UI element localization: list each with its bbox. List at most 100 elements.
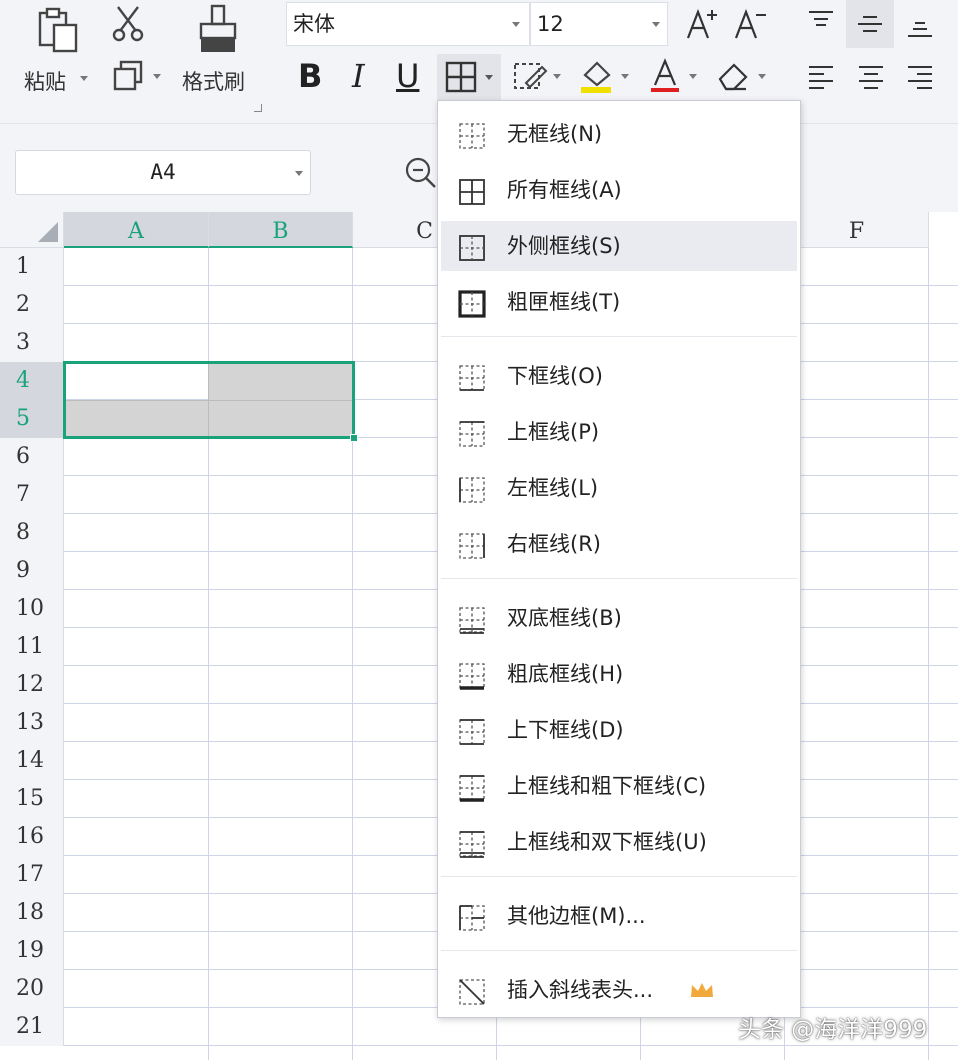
align-top-icon[interactable] <box>805 8 837 36</box>
font-size-select[interactable]: 12 <box>530 2 668 46</box>
paste-icon[interactable] <box>30 4 84 56</box>
clipboard-dialog-launcher-icon[interactable] <box>254 104 262 112</box>
cell-style-icon[interactable] <box>510 58 550 94</box>
fill-handle[interactable] <box>350 434 358 442</box>
font-name-select[interactable]: 宋体 <box>286 2 530 46</box>
row-header-4[interactable]: 4 <box>0 362 64 400</box>
outside-borders-icon <box>456 232 488 264</box>
zoom-out-magnifier-icon[interactable] <box>402 154 438 190</box>
top-border-icon <box>456 418 488 450</box>
format-painter-button[interactable]: 格式刷 <box>182 66 245 96</box>
menu-item-thick-box-border[interactable]: 粗匣框线(T) <box>441 277 797 327</box>
menu-item-right-border[interactable]: 右框线(R) <box>441 519 797 569</box>
menu-item-bottom-border[interactable]: 下框线(O) <box>441 351 797 401</box>
row-header-15[interactable]: 15 <box>0 780 64 818</box>
row-header-17[interactable]: 17 <box>0 856 64 894</box>
select-all-corner[interactable] <box>0 212 64 248</box>
row-header-9[interactable]: 9 <box>0 552 64 590</box>
cell-style-dropdown-icon[interactable] <box>553 74 561 79</box>
row-header-11[interactable]: 11 <box>0 628 64 666</box>
bold-button[interactable]: B <box>298 60 322 92</box>
cut-scissors-icon[interactable] <box>108 4 148 44</box>
all-borders-icon <box>456 176 488 208</box>
align-right-icon[interactable] <box>904 62 936 92</box>
fill-color-bucket-icon[interactable] <box>576 56 616 96</box>
row-header-19[interactable]: 19 <box>0 932 64 970</box>
underline-button[interactable]: U <box>396 60 419 92</box>
top-bottom-border-icon <box>456 716 488 748</box>
row-header-1[interactable]: 1 <box>0 248 64 286</box>
right-border-icon <box>456 530 488 562</box>
name-box-dropdown-icon[interactable] <box>295 171 303 176</box>
column-header-a[interactable]: A <box>64 212 209 248</box>
row-header-6[interactable]: 6 <box>0 438 64 476</box>
column-header-b[interactable]: B <box>209 212 353 248</box>
menu-item-label: 上下框线(D) <box>507 718 624 742</box>
menu-item-label: 上框线(P) <box>507 420 600 444</box>
menu-item-all-borders[interactable]: 所有框线(A) <box>441 165 797 215</box>
row-header-7[interactable]: 7 <box>0 476 64 514</box>
menu-item-diagonal-header[interactable]: 插入斜线表头... <box>441 965 797 1015</box>
name-box[interactable]: A4 <box>15 150 311 195</box>
align-left-icon[interactable] <box>805 62 837 92</box>
fill-color-dropdown-icon[interactable] <box>621 74 629 79</box>
menu-separator <box>441 876 797 877</box>
paste-button[interactable]: 粘贴 <box>24 66 66 96</box>
top-double-bottom-border-icon <box>456 828 488 860</box>
double-bottom-border-icon <box>456 604 488 636</box>
thick-bottom-border-icon <box>456 660 488 692</box>
menu-item-top-thick-bottom-border[interactable]: 上框线和粗下框线(C) <box>441 761 797 811</box>
font-color-dropdown-icon[interactable] <box>689 74 697 79</box>
row-header-14[interactable]: 14 <box>0 742 64 780</box>
menu-item-more-borders[interactable]: 其他边框(M)... <box>441 891 797 941</box>
menu-item-no-border[interactable]: 无框线(N) <box>441 109 797 159</box>
row-header-3[interactable]: 3 <box>0 324 64 362</box>
align-middle-icon[interactable] <box>846 0 894 48</box>
menu-item-thick-bottom-border[interactable]: 粗底框线(H) <box>441 649 797 699</box>
copy-icon[interactable] <box>110 58 146 94</box>
border-dropdown-menu: 无框线(N) 所有框线(A) 外侧框线(S) 粗匣框线(T) 下框线(O) 上框线(P) 左… <box>437 100 801 1018</box>
border-button[interactable] <box>437 54 501 100</box>
paste-dropdown-icon[interactable] <box>80 76 88 81</box>
format-painter-brush-icon[interactable] <box>195 4 241 54</box>
font-name-dropdown-icon[interactable] <box>512 22 520 27</box>
menu-item-double-bottom-border[interactable]: 双底框线(B) <box>441 593 797 643</box>
row-header-12[interactable]: 12 <box>0 666 64 704</box>
row-header-21[interactable]: 21 <box>0 1008 64 1046</box>
row-header-2[interactable]: 2 <box>0 286 64 324</box>
menu-item-left-border[interactable]: 左框线(L) <box>441 463 797 513</box>
menu-item-label: 双底框线(B) <box>507 606 622 630</box>
row-header-10[interactable]: 10 <box>0 590 64 628</box>
menu-item-top-double-bottom-border[interactable]: 上框线和双下框线(U) <box>441 817 797 867</box>
clear-eraser-icon[interactable] <box>714 58 754 94</box>
font-color-icon[interactable] <box>646 56 684 96</box>
font-size-dropdown-icon[interactable] <box>652 22 660 27</box>
row-gridline <box>64 1045 958 1046</box>
column-header-f[interactable]: F <box>785 212 929 248</box>
align-center-icon[interactable] <box>855 62 887 92</box>
increase-font-size-icon[interactable] <box>682 4 722 44</box>
row-header-8[interactable]: 8 <box>0 514 64 552</box>
more-borders-icon <box>456 902 488 934</box>
row-header-20[interactable]: 20 <box>0 970 64 1008</box>
menu-item-outside-borders[interactable]: 外侧框线(S) <box>441 221 797 271</box>
decrease-font-size-icon[interactable] <box>730 4 770 44</box>
clear-dropdown-icon[interactable] <box>758 74 766 79</box>
menu-item-top-bottom-border[interactable]: 上下框线(D) <box>441 705 797 755</box>
menu-item-label: 外侧框线(S) <box>507 234 621 258</box>
menu-item-label: 其他边框(M)... <box>507 904 646 928</box>
menu-item-top-border[interactable]: 上框线(P) <box>441 407 797 457</box>
row-header-18[interactable]: 18 <box>0 894 64 932</box>
align-bottom-icon[interactable] <box>904 12 936 40</box>
selection-range-border <box>63 361 355 439</box>
copy-dropdown-icon[interactable] <box>153 74 161 79</box>
row-header-16[interactable]: 16 <box>0 818 64 856</box>
row-header-13[interactable]: 13 <box>0 704 64 742</box>
menu-item-label: 无框线(N) <box>507 122 603 146</box>
menu-item-label: 右框线(R) <box>507 532 601 556</box>
row-header-5[interactable]: 5 <box>0 400 64 438</box>
menu-item-label: 插入斜线表头... <box>507 978 654 1002</box>
font-name-value: 宋体 <box>293 12 335 36</box>
menu-separator <box>441 950 797 951</box>
italic-button[interactable]: I <box>352 60 365 92</box>
